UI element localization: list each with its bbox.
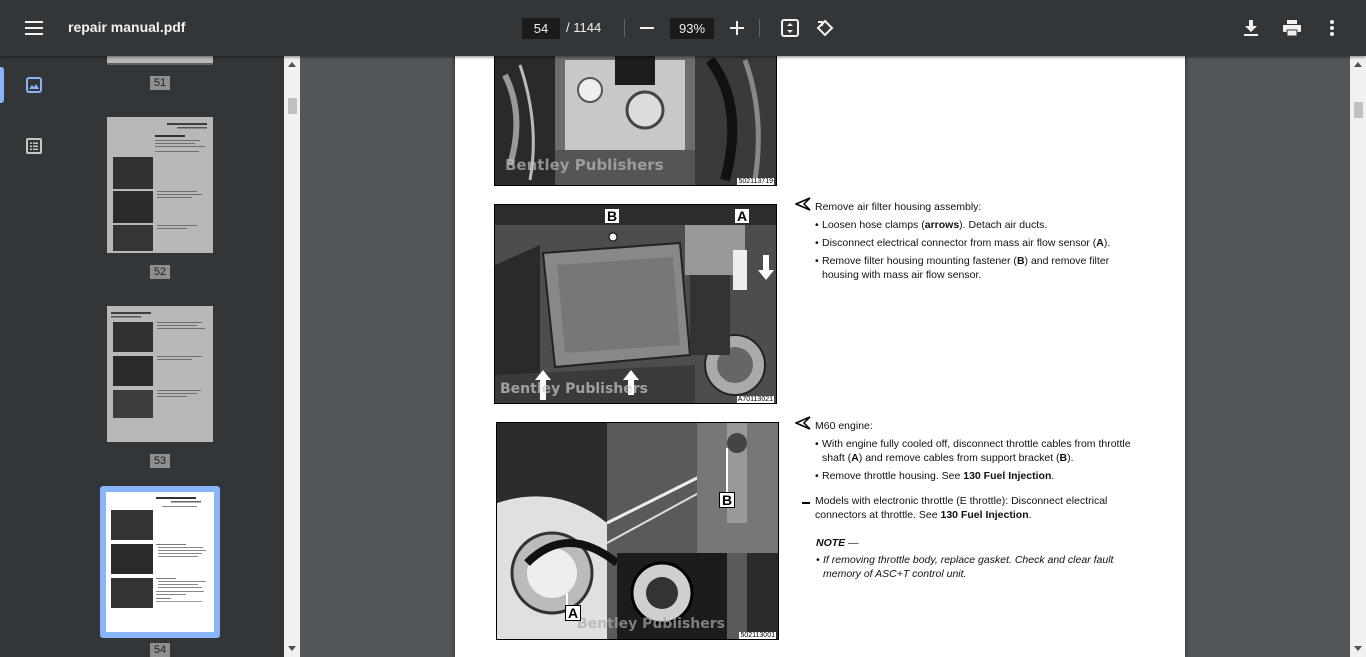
thumbnails-scrollbar[interactable]	[284, 56, 300, 657]
more-vert-icon[interactable]	[1314, 10, 1350, 46]
bullet-dot: •	[816, 554, 820, 566]
zoom-input[interactable]: 93%	[670, 18, 714, 39]
callout-b: B	[605, 208, 620, 224]
photo-id: A70113021	[736, 396, 774, 403]
photo-id: 502113719	[737, 178, 774, 185]
air-filter-housing-photo: Bentley Publishers B A A70113021	[494, 204, 777, 404]
section-heading: M60 engine:	[815, 420, 873, 432]
scroll-up-icon[interactable]	[288, 62, 296, 67]
document-title: repair manual.pdf	[68, 19, 186, 35]
callout-b: B	[719, 492, 736, 508]
thumbnail-page-number: 53	[150, 454, 170, 468]
bullet-dot: •	[815, 219, 819, 231]
thumbnail-page[interactable]	[107, 306, 213, 442]
active-indicator	[0, 67, 4, 103]
menu-icon[interactable]	[16, 10, 52, 46]
thumbnail-page[interactable]	[107, 56, 213, 65]
document-viewer: Bentley Publishers 502113719 Bentley Pub…	[300, 56, 1350, 657]
pointer-arrow-icon	[795, 416, 811, 430]
zoom-out-icon[interactable]	[629, 10, 665, 46]
scrollbar-thumb[interactable]	[1354, 102, 1363, 118]
thumbnail-page-number: 52	[150, 265, 170, 279]
scroll-down-icon[interactable]	[288, 646, 296, 651]
instruction-line: Loosen hose clamps (arrows). Detach air …	[822, 219, 1048, 231]
note-text: memory of ASC+T control unit.	[823, 568, 967, 580]
thumbnail-page-current[interactable]	[106, 492, 214, 632]
pdf-toolbar: repair manual.pdf 54 / 1144 93%	[0, 0, 1366, 56]
callout-a: A	[565, 605, 582, 621]
watermark-text: Bentley Publishers	[577, 616, 725, 632]
thumbnail-page-number: 54	[150, 643, 170, 657]
toolbar-divider	[624, 19, 625, 37]
watermark-text: Bentley Publishers	[500, 381, 648, 397]
note-heading: NOTE —	[816, 537, 859, 549]
thumbnail-page[interactable]	[107, 117, 213, 253]
bullet-dot: •	[815, 470, 819, 482]
callout-a: A	[735, 208, 750, 224]
scrollbar-thumb[interactable]	[288, 98, 297, 114]
watermark-text: Bentley Publishers	[505, 156, 664, 174]
instruction-line: With engine fully cooled off, disconnect…	[822, 438, 1131, 450]
rotate-icon[interactable]	[807, 10, 843, 46]
bullet-dot: •	[815, 438, 819, 450]
instruction-line: shaft (A) and remove cables from support…	[822, 452, 1074, 464]
throttle-photo: Bentley Publishers B A 502113001	[496, 422, 779, 640]
engine-photo-1: Bentley Publishers 502113719	[494, 56, 777, 186]
page-total: / 1144	[566, 20, 602, 35]
toolbar-divider	[759, 19, 760, 37]
document-scrollbar[interactable]	[1350, 56, 1366, 657]
thumbnails-panel: 51 52 53 54	[68, 56, 284, 657]
dash-marker	[802, 502, 810, 504]
instruction-line: housing with mass air flow sensor.	[822, 269, 982, 281]
instruction-line: connectors at throttle. See 130 Fuel Inj…	[815, 509, 1032, 521]
fit-page-icon[interactable]	[772, 10, 808, 46]
bullet-dot: •	[815, 255, 819, 267]
print-icon[interactable]	[1274, 10, 1310, 46]
instruction-line: Remove throttle housing. See 130 Fuel In…	[822, 470, 1055, 482]
download-icon[interactable]	[1233, 10, 1269, 46]
thumbnails-icon[interactable]	[16, 67, 52, 103]
outline-icon[interactable]	[16, 128, 52, 164]
bullet-dot: •	[815, 237, 819, 249]
zoom-in-icon[interactable]	[719, 10, 755, 46]
photo-id: 502113001	[739, 632, 776, 639]
thumbnail-page-number: 51	[150, 76, 170, 90]
instruction-line: Disconnect electrical connector from mas…	[822, 237, 1111, 249]
note-text: If removing throttle body, replace gaske…	[823, 554, 1114, 566]
instruction-line: Models with electronic throttle (E throt…	[815, 495, 1108, 507]
scroll-down-icon[interactable]	[1354, 646, 1362, 651]
instruction-line: Remove filter housing mounting fastener …	[822, 255, 1110, 267]
scroll-up-icon[interactable]	[1354, 62, 1362, 67]
page-number-input[interactable]: 54	[522, 18, 560, 39]
pointer-arrow-icon	[795, 197, 811, 211]
section-heading: Remove air filter housing assembly:	[815, 201, 982, 213]
sidebar-nav	[0, 56, 68, 657]
pdf-page: Bentley Publishers 502113719 Bentley Pub…	[455, 56, 1185, 657]
